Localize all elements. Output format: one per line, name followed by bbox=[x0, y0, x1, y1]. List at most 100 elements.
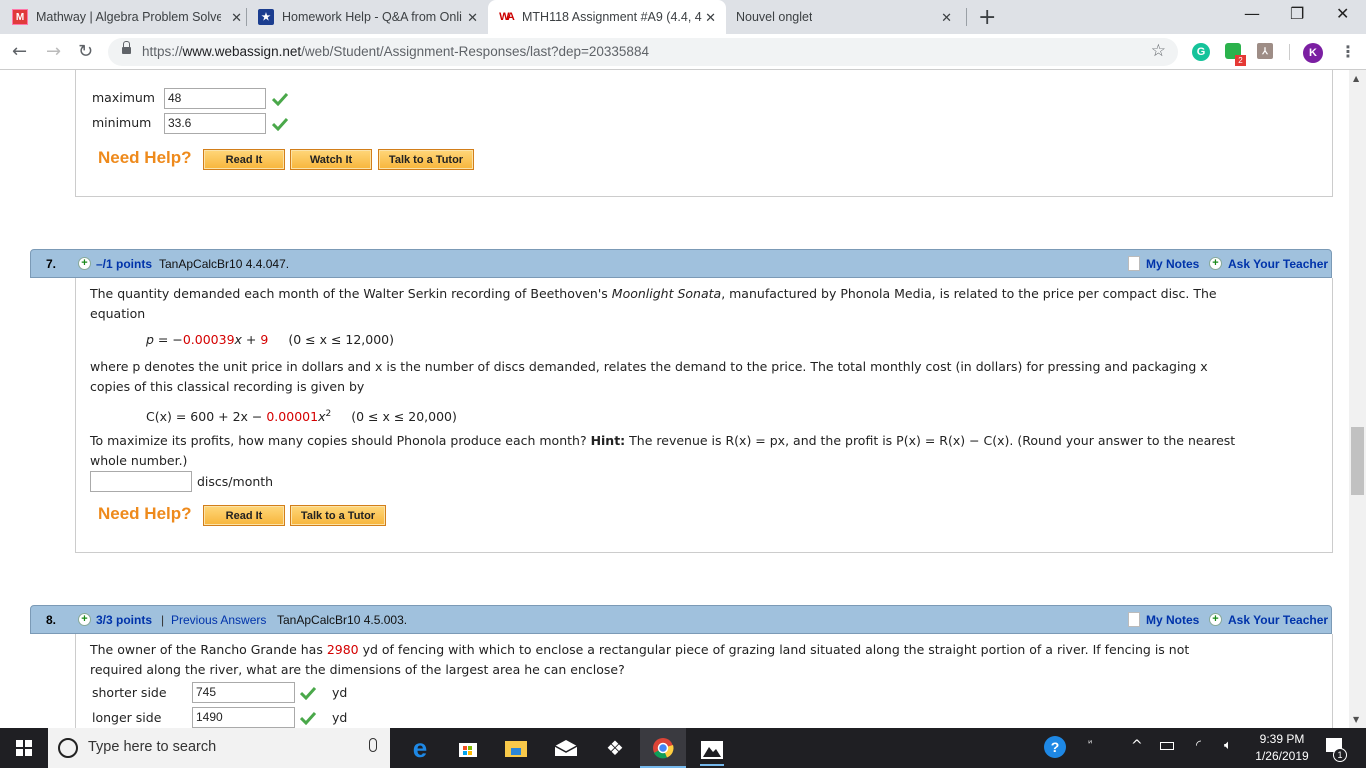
edge-browser-icon[interactable]: e bbox=[408, 733, 432, 763]
ask-teacher-plus-icon: + bbox=[1209, 257, 1222, 270]
longer-side-input[interactable]: 1490 bbox=[192, 707, 295, 728]
question-6-body: x maximum 48 minimum 33.6 Need Help? Rea… bbox=[75, 70, 1333, 197]
scrollbar-thumb[interactable] bbox=[1351, 427, 1364, 495]
show-hidden-icons-chevron-icon[interactable]: ^ bbox=[1131, 738, 1143, 754]
expand-plus-icon[interactable]: + bbox=[78, 613, 91, 626]
help-tray-icon[interactable]: ? bbox=[1044, 736, 1066, 758]
question-7-header: 7. + –/1 points TanApCalcBr10 4.4.047. M… bbox=[30, 249, 1332, 278]
question-text-line: where p denotes the unit price in dollar… bbox=[90, 359, 1208, 374]
question-8-body: The owner of the Rancho Grande has 2980 … bbox=[75, 634, 1333, 728]
tab-title: Nouvel onglet bbox=[736, 10, 813, 24]
close-tab-icon[interactable]: ✕ bbox=[705, 10, 716, 26]
windows-taskbar: Type here to search e ❖ ? ꙵ ^ ◜ 🔈︎ 9:39 … bbox=[0, 728, 1366, 768]
minimize-button[interactable]: — bbox=[1244, 4, 1260, 23]
chrome-menu-icon[interactable]: ⋮ bbox=[1340, 42, 1356, 61]
discs-answer-input[interactable] bbox=[90, 471, 192, 492]
url-path: /web/Student/Assignment-Responses/last?d… bbox=[301, 44, 649, 59]
ask-your-teacher-link[interactable]: Ask Your Teacher bbox=[1228, 257, 1328, 271]
expand-plus-icon[interactable]: + bbox=[78, 257, 91, 270]
back-button[interactable]: ← bbox=[12, 41, 27, 62]
clock-date: 1/26/2019 bbox=[1255, 749, 1309, 763]
longer-side-label: longer side bbox=[92, 710, 162, 725]
shorter-side-label: shorter side bbox=[92, 685, 167, 700]
question-text-line: copies of this classical recording is gi… bbox=[90, 379, 365, 394]
grammarly-extension-icon[interactable]: G bbox=[1192, 43, 1210, 61]
close-tab-icon[interactable]: ✕ bbox=[467, 10, 478, 26]
shorter-side-input[interactable]: 745 bbox=[192, 682, 295, 703]
tab-webassign[interactable]: WA MTH118 Assignment #A9 (4.4, 4.5 ✕ bbox=[488, 0, 726, 34]
windows-start-icon[interactable] bbox=[16, 740, 32, 756]
close-window-button[interactable]: ✕ bbox=[1336, 4, 1349, 23]
read-it-button[interactable]: Read It bbox=[203, 505, 285, 526]
reload-button[interactable]: ↻ bbox=[78, 41, 93, 62]
lock-icon bbox=[122, 41, 131, 56]
scroll-up-arrow-icon[interactable]: ▲ bbox=[1353, 74, 1359, 83]
profile-avatar[interactable]: K bbox=[1303, 43, 1323, 63]
points-link[interactable]: 3/3 points bbox=[96, 613, 152, 627]
question-text-line: required along the river, what are the d… bbox=[90, 662, 625, 677]
microsoft-store-icon[interactable] bbox=[456, 736, 480, 760]
my-notes-link[interactable]: My Notes bbox=[1146, 257, 1199, 271]
minimum-answer-input[interactable]: 33.6 bbox=[164, 113, 266, 134]
close-tab-icon[interactable]: ✕ bbox=[941, 10, 952, 26]
wifi-icon[interactable]: ◜ bbox=[1196, 738, 1201, 753]
points-link[interactable]: –/1 points bbox=[96, 257, 152, 271]
my-notes-link[interactable]: My Notes bbox=[1146, 613, 1199, 627]
question-id: TanApCalcBr10 4.4.047. bbox=[159, 257, 290, 271]
volume-icon[interactable]: 🔈︎ bbox=[1224, 738, 1232, 753]
question-text-line: equation bbox=[90, 306, 146, 321]
tab-homework-help[interactable]: ★ Homework Help - Q&A from Online ✕ bbox=[258, 0, 488, 34]
close-tab-icon[interactable]: ✕ bbox=[231, 10, 242, 26]
bookmark-star-icon[interactable]: ☆ bbox=[1151, 41, 1166, 61]
talk-to-tutor-button[interactable]: Talk to a Tutor bbox=[378, 149, 474, 170]
tab-title: Homework Help - Q&A from Online bbox=[282, 10, 462, 24]
answer-unit-label: discs/month bbox=[197, 474, 274, 489]
previous-answers-link[interactable]: Previous Answers bbox=[171, 613, 266, 627]
maximum-answer-input[interactable]: 48 bbox=[164, 88, 266, 109]
acrobat-extension-icon[interactable]: ⅄ bbox=[1257, 43, 1273, 59]
browser-toolbar: ← → ↻ https://www.webassign.net/web/Stud… bbox=[0, 34, 1366, 70]
file-explorer-icon[interactable] bbox=[504, 736, 528, 760]
chrome-taskbar-active[interactable] bbox=[640, 728, 686, 768]
read-it-button[interactable]: Read It bbox=[203, 149, 285, 170]
cost-equation: C(x) = 600 + 2x − 0.00001x2 (0 ≤ x ≤ 20,0… bbox=[146, 409, 457, 425]
question-text-line: The quantity demanded each month of the … bbox=[90, 286, 1217, 301]
need-help-label: Need Help? bbox=[98, 148, 192, 167]
url-host: www.webassign.net bbox=[182, 44, 302, 59]
scroll-down-arrow-icon[interactable]: ▼ bbox=[1353, 715, 1359, 724]
talk-to-tutor-button[interactable]: Talk to a Tutor bbox=[290, 505, 386, 526]
dropbox-icon[interactable]: ❖ bbox=[603, 736, 627, 760]
url-text[interactable]: https://www.webassign.net/web/Student/As… bbox=[142, 44, 649, 59]
scroll-artifact: x bbox=[234, 70, 238, 71]
taskbar-clock[interactable]: 9:39 PM 1/26/2019 bbox=[1254, 731, 1310, 765]
mail-icon[interactable] bbox=[554, 736, 578, 760]
correct-check-icon bbox=[272, 117, 288, 131]
photos-icon[interactable] bbox=[700, 736, 724, 766]
question-number: 8. bbox=[46, 613, 57, 627]
taskbar-search-box[interactable]: Type here to search bbox=[48, 728, 390, 768]
battery-icon[interactable] bbox=[1160, 742, 1174, 750]
notes-page-icon bbox=[1128, 612, 1140, 627]
watch-it-button[interactable]: Watch It bbox=[290, 149, 372, 170]
page-scrollbar[interactable]: ▲ ▼ bbox=[1349, 70, 1366, 728]
need-help-label: Need Help? bbox=[98, 504, 192, 523]
unit-label: yd bbox=[332, 685, 348, 700]
browser-tab-strip: M Mathway | Algebra Problem Solver ✕ ★ H… bbox=[0, 0, 1366, 34]
chrome-icon bbox=[653, 738, 674, 759]
toolbar-divider bbox=[1289, 44, 1290, 60]
forward-button[interactable]: → bbox=[46, 41, 61, 62]
tab-new-tab[interactable]: Nouvel onglet ✕ bbox=[736, 0, 966, 34]
tab-mathway[interactable]: M Mathway | Algebra Problem Solver ✕ bbox=[12, 0, 252, 34]
demand-equation: p = −0.00039x + 9 (0 ≤ x ≤ 12,000) bbox=[146, 332, 395, 347]
webassign-favicon-icon: WA bbox=[499, 11, 515, 23]
microphone-icon[interactable] bbox=[369, 738, 377, 752]
restore-button[interactable]: ❐ bbox=[1290, 4, 1304, 23]
maximum-label: maximum bbox=[92, 90, 155, 105]
notification-count-badge: 1 bbox=[1333, 748, 1347, 762]
tab-title: Mathway | Algebra Problem Solver bbox=[36, 10, 221, 24]
shield-star-favicon-icon: ★ bbox=[258, 9, 274, 25]
ask-your-teacher-link[interactable]: Ask Your Teacher bbox=[1228, 613, 1328, 627]
address-bar[interactable]: https://www.webassign.net/web/Student/As… bbox=[108, 38, 1178, 66]
new-tab-button[interactable]: + bbox=[978, 5, 996, 30]
question-8-header: 8. + 3/3 points | Previous Answers TanAp… bbox=[30, 605, 1332, 634]
